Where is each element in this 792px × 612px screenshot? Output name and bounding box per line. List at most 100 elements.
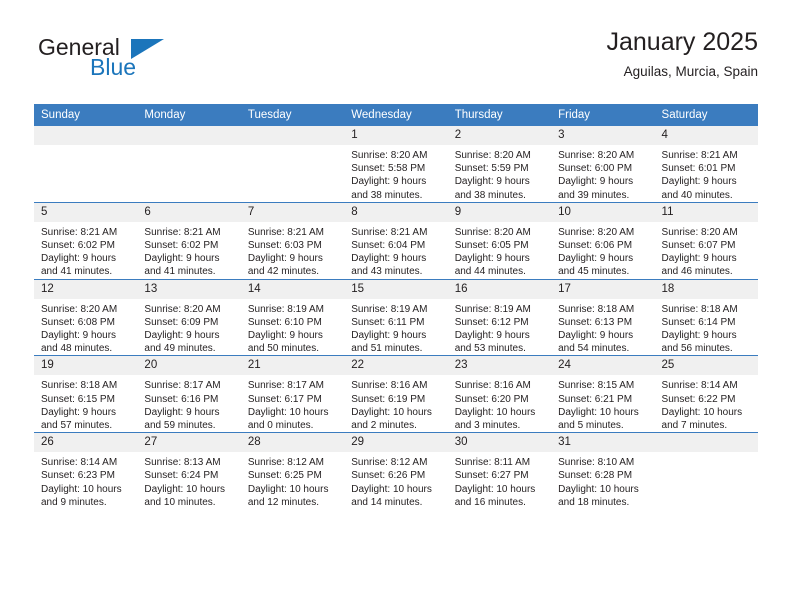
calendar-day-cell-empty bbox=[137, 126, 241, 203]
calendar-day-cell[interactable]: 23 Sunrise: 8:16 AM Sunset: 6:20 PM Dayligh… bbox=[447, 355, 552, 433]
calendar-day-cell[interactable]: 7 Sunrise: 8:21 AM Sunset: 6:03 PM Daylight… bbox=[240, 201, 345, 280]
daylight-duration-line2: and 56 minutes. bbox=[661, 343, 733, 355]
sunrise-time: Sunrise: 8:20 AM bbox=[351, 150, 428, 161]
general-blue-logo: General Blue bbox=[34, 28, 224, 86]
calendar-day-cell[interactable]: 4 Sunrise: 8:21 AM Sunset: 6:01 PM Daylight… bbox=[654, 126, 758, 203]
day-number: 19 bbox=[34, 356, 138, 376]
daylight-duration-line2: and 12 minutes. bbox=[247, 496, 320, 508]
daylight-duration-line2: and 7 minutes. bbox=[661, 420, 728, 432]
calendar-day-cell[interactable]: 22 Sunrise: 8:16 AM Sunset: 6:19 PM Dayligh… bbox=[344, 355, 448, 433]
calendar-day-cell[interactable]: 15 Sunrise: 8:19 AM Sunset: 6:11 PM Dayligh… bbox=[344, 278, 448, 356]
daylight-duration-line2: and 45 minutes. bbox=[558, 266, 630, 278]
sunrise-time: Sunrise: 8:20 AM bbox=[454, 150, 531, 161]
daylight-duration-line2: and 2 minutes. bbox=[351, 420, 417, 432]
sunrise-time: Sunrise: 8:19 AM bbox=[247, 303, 324, 315]
calendar-day-cell[interactable]: 29 Sunrise: 8:12 AM Sunset: 6:26 PM Dayligh… bbox=[344, 432, 448, 510]
calendar-day-cell[interactable]: 2 Sunrise: 8:20 AM Sunset: 5:59 PM Daylight… bbox=[447, 126, 552, 203]
calendar-day-cell-empty bbox=[34, 126, 138, 203]
calendar-week-row: 1 Sunrise: 8:20 AM Sunset: 5:58 PM Daylight… bbox=[34, 126, 758, 203]
day-details: Sunrise: 8:15 AM Sunset: 6:21 PM Daylight:… bbox=[551, 375, 654, 432]
calendar-day-cell[interactable]: 19 Sunrise: 8:18 AM Sunset: 6:15 PM Dayligh… bbox=[34, 355, 138, 433]
calendar-day-cell[interactable]: 9 Sunrise: 8:20 AM Sunset: 6:05 PM Daylight… bbox=[447, 201, 552, 280]
calendar-day-cell[interactable]: 28 Sunrise: 8:12 AM Sunset: 6:25 PM Dayligh… bbox=[240, 432, 345, 510]
daylight-duration-line2: and 46 minutes. bbox=[661, 266, 733, 278]
day-details: Sunrise: 8:14 AM Sunset: 6:23 PM Daylight:… bbox=[34, 452, 137, 509]
sunset-time: Sunset: 6:08 PM bbox=[41, 316, 115, 328]
calendar-day-cell[interactable]: 17 Sunrise: 8:18 AM Sunset: 6:13 PM Dayligh… bbox=[551, 278, 655, 356]
sunrise-time: Sunrise: 8:20 AM bbox=[41, 303, 118, 315]
sunrise-time: Sunrise: 8:17 AM bbox=[144, 380, 221, 392]
calendar-week-row: 19 Sunrise: 8:18 AM Sunset: 6:15 PM Dayligh… bbox=[34, 355, 758, 433]
sunset-time: Sunset: 6:10 PM bbox=[247, 316, 322, 328]
sunrise-time: Sunrise: 8:19 AM bbox=[454, 303, 531, 315]
calendar-day-cell[interactable]: 6 Sunrise: 8:21 AM Sunset: 6:02 PM Daylight… bbox=[137, 201, 241, 280]
daylight-duration-line2: and 48 minutes. bbox=[41, 343, 113, 355]
calendar-day-cell[interactable]: 26 Sunrise: 8:14 AM Sunset: 6:23 PM Dayligh… bbox=[34, 432, 138, 510]
calendar-day-cell[interactable]: 10 Sunrise: 8:20 AM Sunset: 6:06 PM Dayligh… bbox=[551, 201, 655, 280]
calendar-day-cell-empty bbox=[240, 126, 345, 203]
day-number: 26 bbox=[34, 433, 138, 453]
calendar-day-cell[interactable]: 3 Sunrise: 8:20 AM Sunset: 6:00 PM Daylight… bbox=[551, 126, 655, 203]
daylight-duration-line1: Daylight: 10 hours bbox=[144, 483, 226, 495]
day-details: Sunrise: 8:20 AM Sunset: 6:08 PM Daylight:… bbox=[34, 299, 137, 356]
daylight-duration-line2: and 40 minutes. bbox=[661, 189, 733, 201]
calendar-day-cell[interactable]: 20 Sunrise: 8:17 AM Sunset: 6:16 PM Dayligh… bbox=[137, 355, 241, 433]
day-number: 18 bbox=[654, 279, 758, 299]
calendar-day-cell[interactable]: 5 Sunrise: 8:21 AM Sunset: 6:02 PM Daylight… bbox=[34, 201, 138, 280]
day-details: Sunrise: 8:20 AM Sunset: 6:09 PM Daylight:… bbox=[137, 299, 240, 356]
sunrise-time: Sunrise: 8:12 AM bbox=[247, 457, 324, 469]
day-details: Sunrise: 8:20 AM Sunset: 5:58 PM Daylight:… bbox=[344, 145, 447, 202]
daylight-duration-line1: Daylight: 10 hours bbox=[558, 483, 639, 495]
weekday-header-sunday: Sunday bbox=[34, 104, 138, 126]
calendar-day-cell[interactable]: 24 Sunrise: 8:15 AM Sunset: 6:21 PM Dayligh… bbox=[551, 355, 655, 433]
calendar-day-cell[interactable]: 21 Sunrise: 8:17 AM Sunset: 6:17 PM Dayligh… bbox=[240, 355, 345, 433]
calendar-day-cell[interactable]: 11 Sunrise: 8:20 AM Sunset: 6:07 PM Dayligh… bbox=[654, 201, 758, 280]
day-details: Sunrise: 8:21 AM Sunset: 6:01 PM Daylight:… bbox=[655, 145, 758, 202]
daylight-duration-line2: and 44 minutes. bbox=[454, 266, 526, 278]
daylight-duration-line2: and 9 minutes. bbox=[41, 496, 107, 508]
page-subtitle-location: Aguilas, Murcia, Spain bbox=[623, 63, 758, 79]
daylight-duration-line2: and 18 minutes. bbox=[558, 496, 630, 508]
day-details: Sunrise: 8:11 AM Sunset: 6:27 PM Daylight:… bbox=[448, 452, 551, 509]
daylight-duration-line2: and 54 minutes. bbox=[558, 343, 630, 355]
page-header: General Blue January 2025 Aguilas, Murci… bbox=[34, 28, 758, 98]
daylight-duration-line2: and 38 minutes. bbox=[351, 189, 423, 201]
sunset-time: Sunset: 6:12 PM bbox=[454, 316, 529, 328]
page-title: January 2025 bbox=[606, 28, 758, 56]
day-details: Sunrise: 8:10 AM Sunset: 6:28 PM Daylight:… bbox=[551, 452, 654, 509]
calendar-day-cell[interactable]: 31 Sunrise: 8:10 AM Sunset: 6:28 PM Dayligh… bbox=[551, 432, 655, 510]
day-details: Sunrise: 8:20 AM Sunset: 6:05 PM Daylight:… bbox=[448, 222, 551, 279]
sunrise-sunset-calendar: Sunday Monday Tuesday Wednesday Thursday… bbox=[34, 104, 758, 510]
calendar-day-cell[interactable]: 13 Sunrise: 8:20 AM Sunset: 6:09 PM Dayligh… bbox=[137, 278, 241, 356]
daylight-duration-line1: Daylight: 9 hours bbox=[661, 330, 737, 342]
sunrise-time: Sunrise: 8:12 AM bbox=[351, 457, 428, 469]
sunrise-time: Sunrise: 8:20 AM bbox=[558, 226, 635, 238]
day-number: 15 bbox=[344, 279, 448, 299]
daylight-duration-line2: and 53 minutes. bbox=[454, 343, 526, 355]
daylight-duration-line1: Daylight: 10 hours bbox=[247, 406, 329, 418]
calendar-day-cell[interactable]: 30 Sunrise: 8:11 AM Sunset: 6:27 PM Dayligh… bbox=[447, 432, 552, 510]
weekday-header-monday: Monday bbox=[137, 104, 241, 126]
calendar-day-cell[interactable]: 27 Sunrise: 8:13 AM Sunset: 6:24 PM Dayligh… bbox=[137, 432, 241, 510]
calendar-day-cell[interactable]: 14 Sunrise: 8:19 AM Sunset: 6:10 PM Dayligh… bbox=[240, 278, 345, 356]
day-number: 24 bbox=[551, 356, 655, 376]
sunset-time: Sunset: 6:15 PM bbox=[41, 393, 115, 405]
day-details: Sunrise: 8:20 AM Sunset: 6:06 PM Daylight:… bbox=[551, 222, 654, 279]
daylight-duration-line2: and 38 minutes. bbox=[454, 189, 526, 201]
day-number: 21 bbox=[240, 356, 345, 376]
calendar-day-cell[interactable]: 16 Sunrise: 8:19 AM Sunset: 6:12 PM Dayligh… bbox=[447, 278, 552, 356]
daylight-duration-line2: and 39 minutes. bbox=[558, 189, 630, 201]
calendar-page: General Blue January 2025 Aguilas, Murci… bbox=[0, 0, 792, 612]
calendar-day-cell[interactable]: 18 Sunrise: 8:18 AM Sunset: 6:14 PM Dayligh… bbox=[654, 278, 758, 356]
sunset-time: Sunset: 6:24 PM bbox=[144, 470, 219, 482]
day-number bbox=[240, 126, 345, 145]
calendar-day-cell[interactable]: 1 Sunrise: 8:20 AM Sunset: 5:58 PM Daylight… bbox=[344, 126, 448, 203]
calendar-day-cell[interactable]: 12 Sunrise: 8:20 AM Sunset: 6:08 PM Dayligh… bbox=[34, 278, 138, 356]
day-details: Sunrise: 8:20 AM Sunset: 6:07 PM Daylight:… bbox=[655, 222, 758, 279]
sunrise-time: Sunrise: 8:14 AM bbox=[661, 380, 738, 392]
calendar-day-cell[interactable]: 8 Sunrise: 8:21 AM Sunset: 6:04 PM Daylight… bbox=[344, 201, 448, 280]
day-number: 23 bbox=[447, 356, 552, 376]
calendar-day-cell[interactable]: 25 Sunrise: 8:14 AM Sunset: 6:22 PM Dayligh… bbox=[654, 355, 758, 433]
day-number: 14 bbox=[240, 279, 345, 299]
day-number: 25 bbox=[654, 356, 758, 376]
